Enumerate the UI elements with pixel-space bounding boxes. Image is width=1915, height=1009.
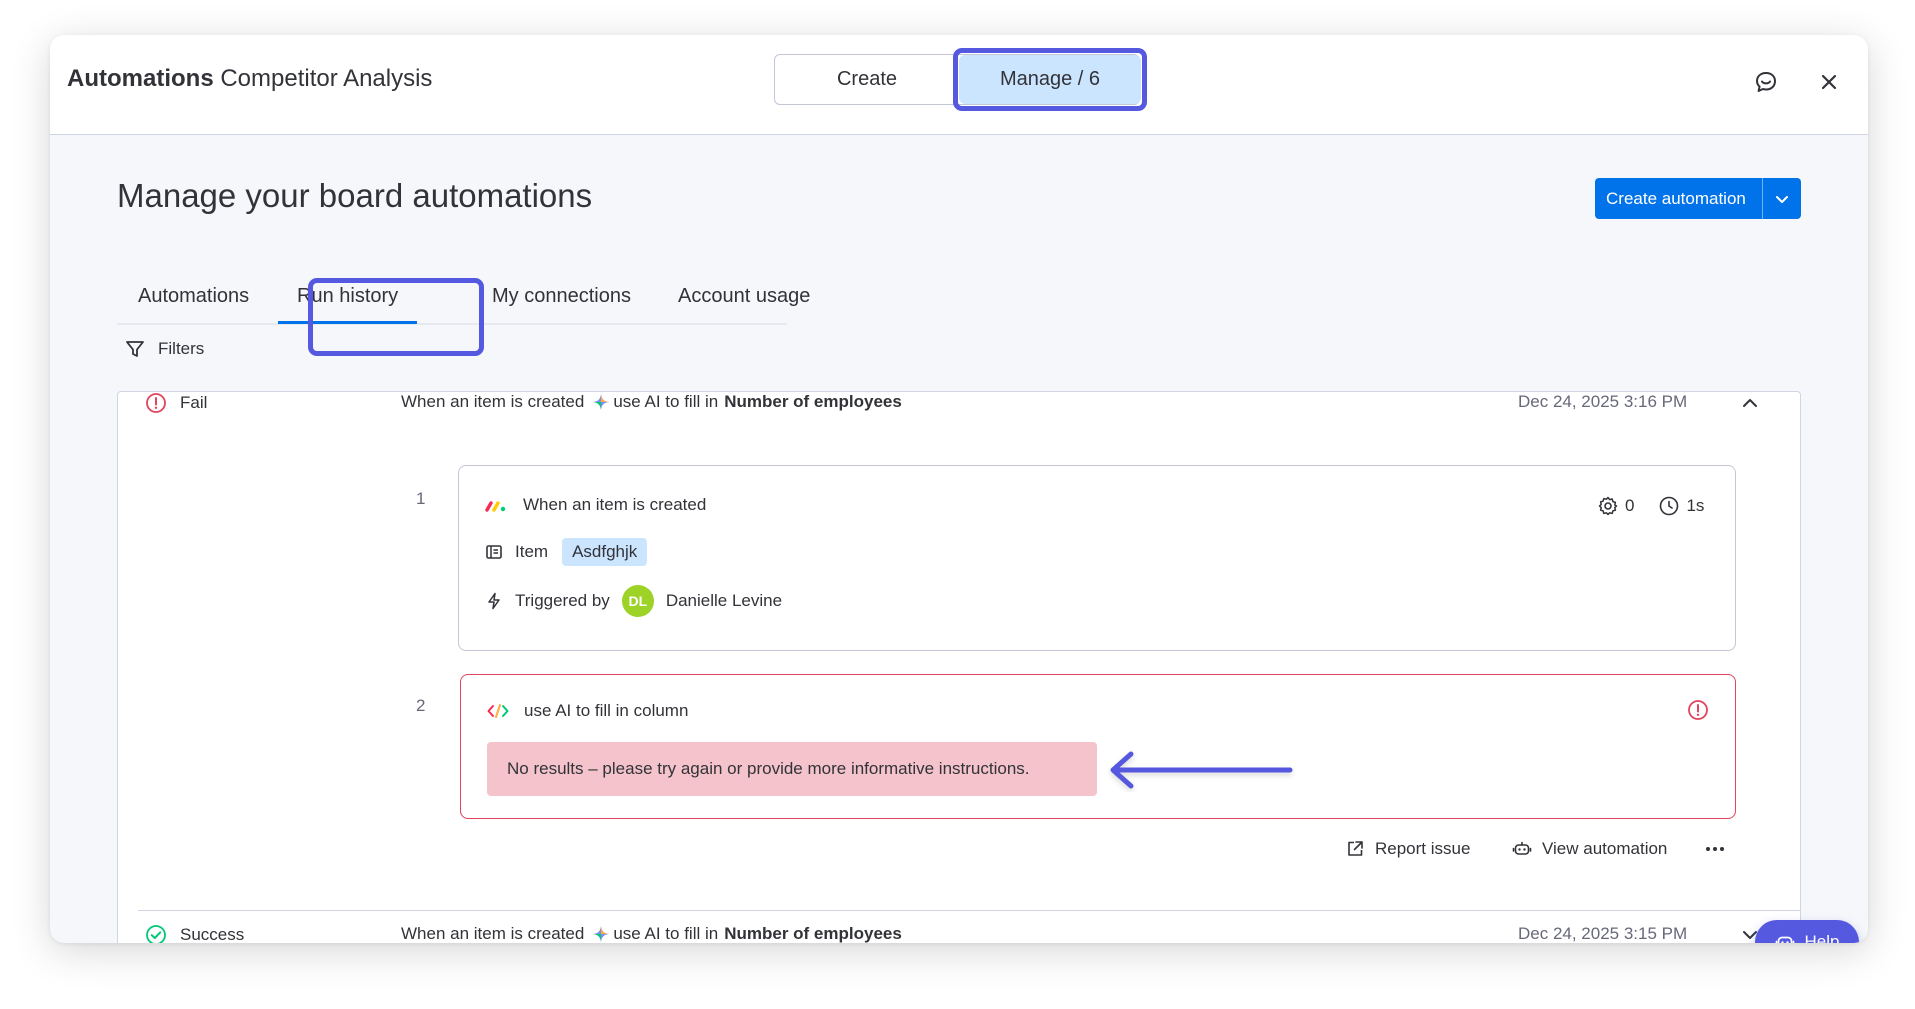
run-date: Dec 24, 2025 3:15 PM — [1518, 924, 1688, 943]
ai-sparkle-icon — [593, 926, 610, 942]
step-card-action-failed: use AI to fill in column No results – pl… — [460, 674, 1736, 819]
retries-count: 0 — [1625, 496, 1635, 515]
item-row: Item Asdfghjk — [485, 538, 648, 566]
run-description: When an item is created use AI to fill i… — [401, 392, 902, 412]
item-icon — [486, 545, 502, 559]
step-title: When an item is created — [523, 495, 707, 514]
annotation-arrow — [1105, 748, 1295, 797]
tab-run-history[interactable]: Run history — [278, 285, 418, 324]
robot-icon — [1512, 841, 1532, 855]
filters-label: Filters — [158, 339, 205, 358]
item-chip[interactable]: Asdfghjk — [562, 538, 648, 566]
tab-account-usage[interactable]: Account usage — [678, 285, 810, 308]
create-tab[interactable]: Create — [775, 55, 959, 104]
create-automation-label: Create automation — [1606, 188, 1746, 208]
tab-my-connections[interactable]: My connections — [492, 285, 631, 308]
step-stats: 0 1s — [1597, 495, 1704, 517]
step-title-row: When an item is created — [485, 495, 706, 515]
tab-run-history-label: Run history — [297, 285, 399, 307]
more-options-icon[interactable] — [1703, 839, 1727, 859]
code-icon — [487, 704, 509, 718]
report-issue-button[interactable]: Report issue — [1345, 839, 1470, 859]
avatar: DL — [621, 585, 654, 617]
triggered-by-row: Triggered by DL Danielle Levine — [485, 585, 782, 617]
clock-icon — [1660, 496, 1679, 516]
modal-title: Automations Competitor Analysis — [67, 65, 432, 93]
step-title-row: use AI to fill in column — [487, 701, 688, 721]
mode-switcher: Create Manage / 6 — [774, 48, 1147, 111]
user-name: Danielle Levine — [665, 591, 783, 610]
run-row-success[interactable]: Success When an item is created use AI t… — [118, 924, 1800, 943]
error-icon — [146, 393, 166, 413]
column-name: Number of employees — [724, 924, 902, 943]
modal-header: Automations Competitor Analysis Create M… — [50, 35, 1868, 135]
error-message: No results – please try again or provide… — [487, 742, 1097, 796]
action-text: use AI to fill in — [613, 924, 719, 943]
feedback-icon[interactable] — [1751, 67, 1781, 97]
create-automation-button[interactable]: Create automation — [1595, 178, 1801, 219]
report-issue-label: Report issue — [1375, 839, 1471, 858]
run-status-label: Fail — [180, 393, 208, 412]
trigger-text: When an item is created — [401, 392, 585, 411]
run-row-fail[interactable]: Fail When an item is created use AI to f… — [118, 392, 1800, 422]
chevron-up-icon[interactable] — [1739, 392, 1761, 419]
view-automation-button[interactable]: View automation — [1512, 839, 1667, 859]
step-title: use AI to fill in column — [524, 701, 689, 720]
filter-icon — [126, 341, 144, 357]
chevron-down-icon[interactable] — [1763, 191, 1801, 207]
view-automation-label: View automation — [1542, 839, 1668, 858]
help-button[interactable]: Help — [1755, 920, 1859, 943]
active-tab-indicator — [278, 321, 418, 324]
tab-automations[interactable]: Automations — [138, 285, 249, 308]
run-status-label: Success — [180, 925, 245, 943]
board-name: Competitor Analysis — [220, 65, 433, 92]
close-icon[interactable] — [1814, 67, 1844, 97]
row-divider — [138, 910, 1800, 911]
title-automations: Automations — [67, 65, 214, 92]
page-heading: Manage your board automations — [117, 177, 593, 214]
trigger-text: When an item is created — [401, 924, 585, 943]
column-name: Number of employees — [724, 392, 902, 411]
help-bot-icon — [1775, 936, 1794, 943]
error-icon — [1687, 699, 1709, 726]
run-description: When an item is created use AI to fill i… — [401, 924, 902, 943]
automations-modal: Automations Competitor Analysis Create M… — [50, 35, 1868, 943]
check-circle-icon — [146, 925, 166, 943]
step-card-trigger: When an item is created 0 1s Item Asdfgh… — [458, 465, 1736, 651]
monday-logo-icon — [485, 501, 506, 512]
step-number: 1 — [416, 489, 426, 508]
run-duration: 1s — [1686, 496, 1705, 515]
lightning-icon — [488, 592, 500, 610]
tab-bar: Automations Run history My connections A… — [117, 285, 810, 325]
ai-sparkle-icon — [593, 394, 610, 410]
filters-button[interactable]: Filters — [124, 338, 204, 360]
action-text: use AI to fill in — [613, 392, 719, 411]
item-label: Item — [515, 542, 549, 561]
run-status: Fail — [145, 392, 207, 414]
run-status: Success — [145, 924, 244, 943]
triggered-by-label: Triggered by — [515, 591, 610, 610]
gear-icon — [1598, 496, 1618, 516]
help-label: Help — [1804, 932, 1840, 943]
run-history-list: Fail When an item is created use AI to f… — [117, 391, 1801, 943]
run-date: Dec 24, 2025 3:16 PM — [1518, 392, 1688, 411]
manage-tab[interactable]: Manage / 6 — [953, 48, 1147, 111]
external-link-icon — [1348, 841, 1363, 856]
step-number: 2 — [416, 696, 426, 715]
